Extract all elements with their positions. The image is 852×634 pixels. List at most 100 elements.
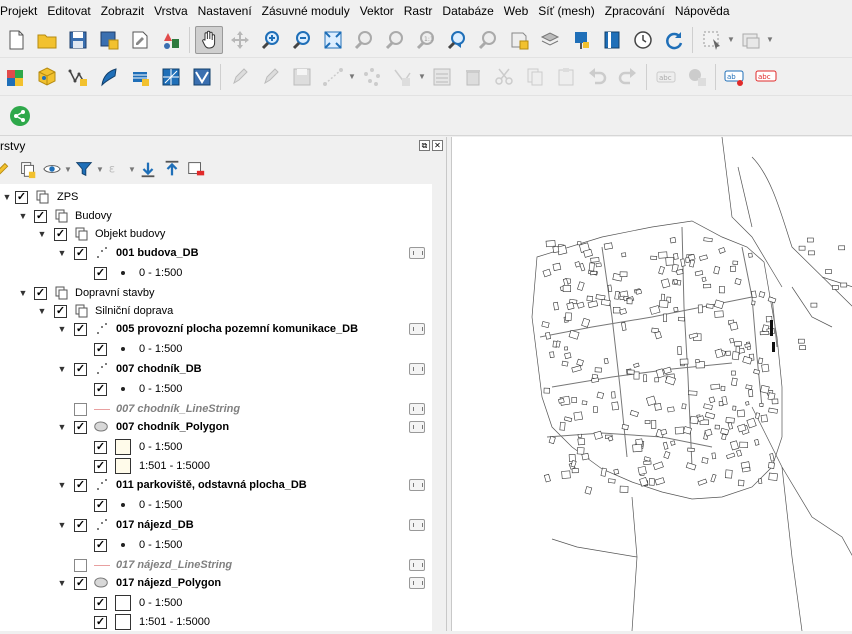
menu-sit-mesh[interactable]: Síť (mesh) <box>533 0 600 22</box>
legend-checkbox[interactable]: ✓ <box>94 382 107 396</box>
legend-checkbox[interactable]: ✓ <box>94 342 107 356</box>
remove-layer-button[interactable] <box>186 158 206 180</box>
chevron-down-icon[interactable]: ▼ <box>18 288 28 298</box>
cut-button[interactable] <box>490 63 518 91</box>
select-features-dropdown[interactable]: ▼ <box>727 26 735 54</box>
layer-tree-scrollbar[interactable] <box>432 184 446 631</box>
data-source-manager-button[interactable] <box>2 63 30 91</box>
tree-row-dopravni-stavby[interactable]: ▼ ✓ Dopravní stavby <box>0 283 432 303</box>
print-layout-button[interactable] <box>126 26 154 54</box>
chevron-down-icon[interactable]: ▼ <box>37 229 47 239</box>
filter-indicator-icon[interactable] <box>409 577 425 589</box>
new-temporary-layer-button[interactable] <box>157 63 185 91</box>
layer-checkbox[interactable]: ✓ <box>15 190 28 204</box>
filter-indicator-icon[interactable] <box>409 421 425 433</box>
tree-row-zps[interactable]: ▼ ✓ ZPS <box>0 187 432 207</box>
menu-vektor[interactable]: Vektor <box>355 0 399 22</box>
chevron-down-icon[interactable]: ▼ <box>57 578 67 588</box>
save-as-button[interactable] <box>95 26 123 54</box>
menu-zpracovani[interactable]: Zpracování <box>600 0 670 22</box>
visibility-dropdown[interactable]: ▼ <box>64 155 72 183</box>
layer-checkbox[interactable]: ✓ <box>74 518 87 532</box>
map-canvas[interactable] <box>451 136 852 632</box>
tree-row-001-budova[interactable]: ▼ ✓ 001 budova_DB <box>0 243 432 263</box>
menu-editovat[interactable]: Editovat <box>42 0 95 22</box>
zoom-native-button[interactable]: 1:1 <box>412 26 440 54</box>
layer-checkbox[interactable]: ✓ <box>74 420 87 434</box>
chevron-down-icon[interactable]: ▼ <box>57 364 67 374</box>
vertex-tool-button[interactable] <box>358 63 386 91</box>
add-group-button[interactable] <box>18 158 38 180</box>
chevron-down-icon[interactable]: ▼ <box>57 480 67 490</box>
layer-checkbox[interactable] <box>74 558 87 572</box>
zoom-full-button[interactable] <box>319 26 347 54</box>
copy-button[interactable] <box>521 63 549 91</box>
chevron-down-icon[interactable]: ▼ <box>18 211 28 221</box>
tree-row-silnicni-doprava[interactable]: ▼ ✓ Silniční doprava <box>0 301 432 321</box>
legend-checkbox[interactable]: ✓ <box>94 459 107 473</box>
filter-dropdown[interactable]: ▼ <box>96 155 104 183</box>
menu-nastaveni[interactable]: Nastavení <box>193 0 257 22</box>
chevron-down-icon[interactable]: ▼ <box>57 422 67 432</box>
layer-checkbox[interactable]: ✓ <box>34 286 47 300</box>
legend-row[interactable]: ✓ 0 - 1:500 <box>0 437 432 457</box>
tree-row-011[interactable]: ▼ ✓ 011 parkoviště, odstavná plocha_DB <box>0 475 432 495</box>
tree-row-017-polygon[interactable]: ▼ ✓ 017 nájezd_Polygon <box>0 573 432 593</box>
legend-row[interactable]: ✓ 0 - 1:500 <box>0 339 432 359</box>
digitize-dropdown[interactable]: ▼ <box>348 63 356 91</box>
zoom-to-layer-button[interactable] <box>381 26 409 54</box>
select-features-button[interactable] <box>698 26 726 54</box>
chevron-down-icon[interactable]: ▼ <box>37 306 47 316</box>
collapse-all-button[interactable] <box>162 158 182 180</box>
layer-checkbox[interactable]: ✓ <box>74 246 87 260</box>
tree-row-007-polygon[interactable]: ▼ ✓ 007 chodník_Polygon <box>0 417 432 437</box>
layer-checkbox[interactable]: ✓ <box>74 478 87 492</box>
new-project-button[interactable] <box>2 26 30 54</box>
zoom-last-button[interactable] <box>443 26 471 54</box>
filter-indicator-icon[interactable] <box>409 519 425 531</box>
open-styling-button[interactable] <box>0 158 14 180</box>
tree-row-007-chodnik-db[interactable]: ▼ ✓ 007 chodník_DB <box>0 359 432 379</box>
refresh-button[interactable] <box>660 26 688 54</box>
legend-checkbox[interactable]: ✓ <box>94 498 107 512</box>
modify-attributes-button[interactable] <box>428 63 456 91</box>
legend-row[interactable]: ✓ 0 - 1:500 <box>0 263 432 283</box>
pan-to-selection-button[interactable] <box>226 26 254 54</box>
deselect-dropdown[interactable]: ▼ <box>766 26 774 54</box>
menu-zobrazit[interactable]: Zobrazit <box>96 0 149 22</box>
save-edits-button[interactable] <box>288 63 316 91</box>
legend-row[interactable]: ✓ 0 - 1:500 <box>0 495 432 515</box>
manage-visibility-button[interactable] <box>42 158 62 180</box>
menu-rastr[interactable]: Rastr <box>399 0 438 22</box>
panel-close-button[interactable]: ✕ <box>432 140 443 151</box>
legend-row[interactable]: ✓ 0 - 1:500 <box>0 379 432 399</box>
expression-dropdown[interactable]: ▼ <box>128 155 136 183</box>
vertex-dropdown[interactable]: ▼ <box>418 63 426 91</box>
zoom-to-selection-button[interactable] <box>350 26 378 54</box>
layer-checkbox[interactable]: ✓ <box>74 576 87 590</box>
filter-indicator-icon[interactable] <box>409 479 425 491</box>
layer-labeling-button[interactable]: ab <box>721 63 749 91</box>
expand-all-button[interactable] <box>138 158 158 180</box>
tree-row-budovy[interactable]: ▼ ✓ Budovy <box>0 206 432 226</box>
chevron-down-icon[interactable]: ▼ <box>57 248 67 258</box>
layer-checkbox[interactable]: ✓ <box>74 362 87 376</box>
zoom-in-button[interactable] <box>257 26 285 54</box>
zoom-out-button[interactable] <box>288 26 316 54</box>
save-project-button[interactable] <box>64 26 92 54</box>
legend-checkbox[interactable]: ✓ <box>94 266 107 280</box>
new-spatialite-button[interactable] <box>95 63 123 91</box>
zoom-next-button[interactable] <box>474 26 502 54</box>
menu-web[interactable]: Web <box>499 0 533 22</box>
new-geopackage-button[interactable] <box>33 63 61 91</box>
menu-projekt[interactable]: Projekt <box>0 0 42 22</box>
legend-checkbox[interactable]: ✓ <box>94 538 107 552</box>
menu-zasuvne-moduly[interactable]: Zásuvné moduly <box>257 0 355 22</box>
chevron-down-icon[interactable]: ▼ <box>57 324 67 334</box>
tree-row-017-najezd-db[interactable]: ▼ ✓ 017 nájezd_DB <box>0 515 432 535</box>
new-mesh-layer-button[interactable] <box>188 63 216 91</box>
toggle-editing-button[interactable] <box>257 63 285 91</box>
layer-checkbox[interactable]: ✓ <box>54 227 67 241</box>
legend-checkbox[interactable]: ✓ <box>94 440 107 454</box>
new-virtual-layer-button[interactable] <box>126 63 154 91</box>
